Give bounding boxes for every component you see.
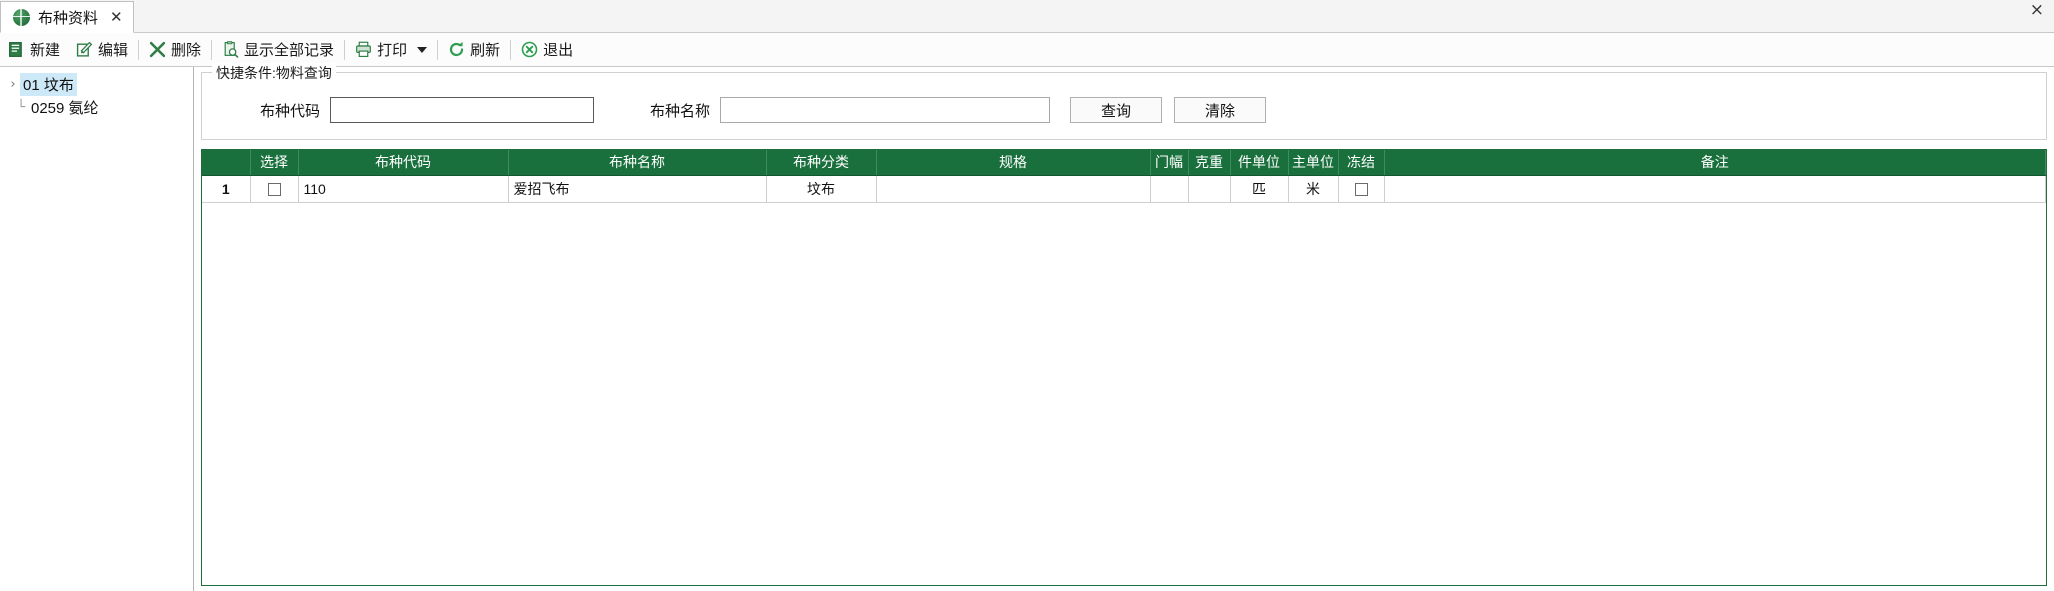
grid-col-weight[interactable]: 克重 bbox=[1188, 150, 1231, 176]
category-tree-panel: › 01 坟布 └ 0259 氨纶 bbox=[0, 67, 194, 591]
toolbar-separator bbox=[437, 39, 439, 60]
tree-item-an-lun[interactable]: └ 0259 氨纶 bbox=[0, 96, 193, 119]
grid-col-name[interactable]: 布种名称 bbox=[508, 150, 767, 176]
cell-remark[interactable] bbox=[1384, 175, 2046, 203]
delete-button-label: 删除 bbox=[171, 42, 202, 59]
print-button[interactable]: 打印 bbox=[347, 35, 435, 65]
grid-col-main-unit[interactable]: 主单位 bbox=[1288, 150, 1339, 176]
fabric-name-input[interactable] bbox=[720, 97, 1050, 123]
grid-col-spec[interactable]: 规格 bbox=[876, 150, 1151, 176]
grid-col-remark[interactable]: 备注 bbox=[1384, 150, 2046, 176]
row-select-cell[interactable] bbox=[250, 175, 299, 203]
clear-button[interactable]: 清除 bbox=[1174, 97, 1266, 123]
grid-col-frozen[interactable]: 冻结 bbox=[1338, 150, 1385, 176]
print-button-label: 打印 bbox=[377, 42, 408, 59]
grid-header-row: 选择 布种代码 布种名称 布种分类 规格 门幅 克重 件单位 主单位 冻结 备注 bbox=[202, 150, 2046, 176]
application-window: 布种资料 ✕ × 新建 编辑 删除 显示全部记录 打印 刷新 退出 › 01 坟… bbox=[0, 0, 2054, 591]
exit-button-label: 退出 bbox=[543, 42, 574, 59]
content-area: 快捷条件:物料查询 布种代码 布种名称 查询 清除 选择 布种代码 布种名称 布… bbox=[194, 63, 2054, 591]
globe-icon bbox=[13, 8, 30, 26]
tree-elbow-icon: └ bbox=[17, 100, 25, 115]
refresh-icon bbox=[449, 41, 464, 57]
search-button[interactable]: 查询 bbox=[1070, 97, 1162, 123]
search-records-icon bbox=[224, 41, 239, 58]
new-button[interactable]: 新建 bbox=[0, 35, 68, 65]
table-row[interactable]: 1 110 爱招飞布 坟布 匹 米 bbox=[202, 175, 2046, 203]
delete-x-icon bbox=[149, 41, 166, 58]
row-select-checkbox[interactable] bbox=[267, 183, 281, 197]
grid-col-width[interactable]: 门幅 bbox=[1150, 150, 1189, 176]
tab-bu-zhong-zi-liao[interactable]: 布种资料 ✕ bbox=[0, 1, 134, 33]
cell-weight[interactable] bbox=[1188, 175, 1231, 203]
toolbar-separator bbox=[510, 39, 512, 60]
new-button-label: 新建 bbox=[30, 42, 61, 59]
main-toolbar: 新建 编辑 删除 显示全部记录 打印 刷新 退出 bbox=[0, 33, 2054, 67]
grid-col-category[interactable]: 布种分类 bbox=[766, 150, 877, 176]
frozen-checkbox[interactable] bbox=[1354, 183, 1368, 197]
new-document-icon bbox=[9, 42, 22, 57]
edit-button-label: 编辑 bbox=[98, 42, 129, 59]
delete-button[interactable]: 删除 bbox=[141, 35, 209, 65]
fabric-code-input[interactable] bbox=[330, 97, 594, 123]
cell-pkg-unit[interactable]: 匹 bbox=[1230, 175, 1289, 203]
toolbar-separator bbox=[211, 39, 213, 60]
tab-bar: 布种资料 ✕ × bbox=[0, 0, 2054, 33]
quick-filter-row: 布种代码 布种名称 查询 清除 bbox=[222, 97, 1266, 123]
show-all-records-button-label: 显示全部记录 bbox=[244, 42, 335, 59]
exit-button[interactable]: 退出 bbox=[513, 35, 581, 65]
tab-label: 布种资料 bbox=[38, 9, 99, 27]
quick-filter-title: 快捷条件:物料查询 bbox=[212, 63, 336, 83]
edit-button[interactable]: 编辑 bbox=[68, 35, 136, 65]
cell-main-unit[interactable]: 米 bbox=[1288, 175, 1339, 203]
fabric-name-label: 布种名称 bbox=[649, 102, 710, 120]
window-close-icon[interactable]: × bbox=[2030, 2, 2044, 19]
quick-filter-groupbox: 快捷条件:物料查询 布种代码 布种名称 查询 清除 bbox=[201, 63, 2047, 140]
cell-frozen[interactable] bbox=[1338, 175, 1385, 203]
tree-item-label: 0259 氨纶 bbox=[31, 100, 99, 117]
grid-col-rownum[interactable] bbox=[202, 150, 251, 176]
edit-pencil-icon bbox=[76, 41, 93, 57]
grid-col-pkg-unit[interactable]: 件单位 bbox=[1230, 150, 1289, 176]
printer-icon bbox=[356, 41, 371, 57]
refresh-button[interactable]: 刷新 bbox=[440, 35, 508, 65]
toolbar-separator bbox=[138, 39, 140, 60]
toolbar-separator bbox=[344, 39, 346, 60]
grid-col-select[interactable]: 选择 bbox=[250, 150, 299, 176]
fabric-code-label: 布种代码 bbox=[259, 102, 320, 120]
print-dropdown-caret-icon[interactable] bbox=[417, 46, 428, 53]
row-number: 1 bbox=[202, 175, 251, 203]
cell-spec[interactable] bbox=[876, 175, 1151, 203]
cell-width[interactable] bbox=[1150, 175, 1189, 203]
cell-category[interactable]: 坟布 bbox=[766, 175, 877, 203]
tree-item-label: 01 坟布 bbox=[20, 73, 77, 96]
exit-circle-x-icon bbox=[521, 41, 538, 58]
cell-name[interactable]: 爱招飞布 bbox=[508, 175, 767, 203]
refresh-button-label: 刷新 bbox=[470, 42, 501, 59]
tab-close-icon[interactable]: ✕ bbox=[110, 9, 123, 25]
tree-item-pi-bu[interactable]: › 01 坟布 bbox=[0, 73, 193, 96]
chevron-right-icon[interactable]: › bbox=[6, 77, 20, 92]
fabric-data-grid[interactable]: 选择 布种代码 布种名称 布种分类 规格 门幅 克重 件单位 主单位 冻结 备注 bbox=[201, 149, 2047, 586]
grid-col-code[interactable]: 布种代码 bbox=[298, 150, 509, 176]
cell-code[interactable]: 110 bbox=[298, 175, 509, 203]
show-all-records-button[interactable]: 显示全部记录 bbox=[214, 35, 342, 65]
